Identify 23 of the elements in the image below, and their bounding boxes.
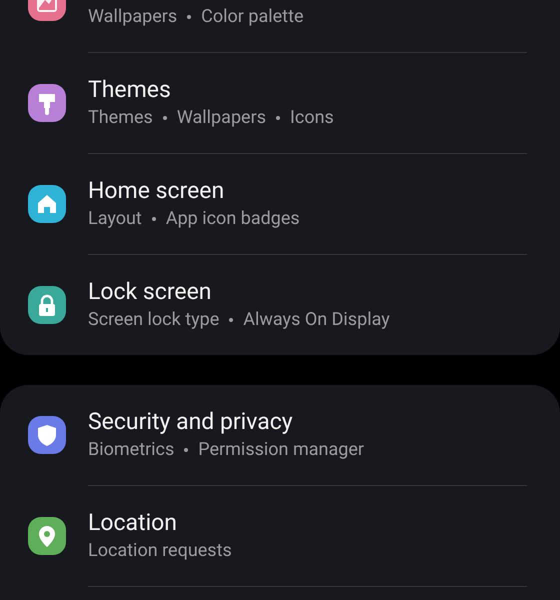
item-detail: Always On Display [243, 308, 390, 332]
item-title: Security and privacy [88, 407, 294, 437]
item-title: Themes [88, 75, 172, 105]
item-detail: Layout [88, 207, 142, 231]
item-title: Location [88, 508, 178, 538]
settings-item[interactable]: Security and privacy Biometrics Permission manager [0, 385, 560, 485]
item-detail: Screen lock type [88, 308, 220, 332]
item-title: Home screen [88, 176, 226, 206]
settings-item[interactable]: Themes Themes Wallpapers Icons [0, 53, 560, 153]
item-detail: Location requests [88, 539, 232, 563]
settings-item[interactable]: Location Location requests [0, 486, 560, 586]
settings-item[interactable]: Home screen Layout App icon badges [0, 154, 560, 254]
item-detail: Icons [290, 106, 334, 130]
item-detail: Themes [88, 106, 153, 130]
settings-item[interactable]: Wallpapers Color palette [0, 0, 560, 52]
item-title: Lock screen [88, 277, 212, 307]
item-detail: Wallpapers [88, 5, 178, 29]
item-detail: App icon badges [166, 207, 300, 231]
item-detail: Color palette [201, 5, 304, 29]
item-detail: Permission manager [198, 438, 364, 462]
item-detail: Wallpapers [176, 106, 266, 130]
item-detail: Biometrics [88, 438, 174, 462]
settings-item[interactable]: Lock screen Screen lock type Always On Display [0, 255, 560, 355]
